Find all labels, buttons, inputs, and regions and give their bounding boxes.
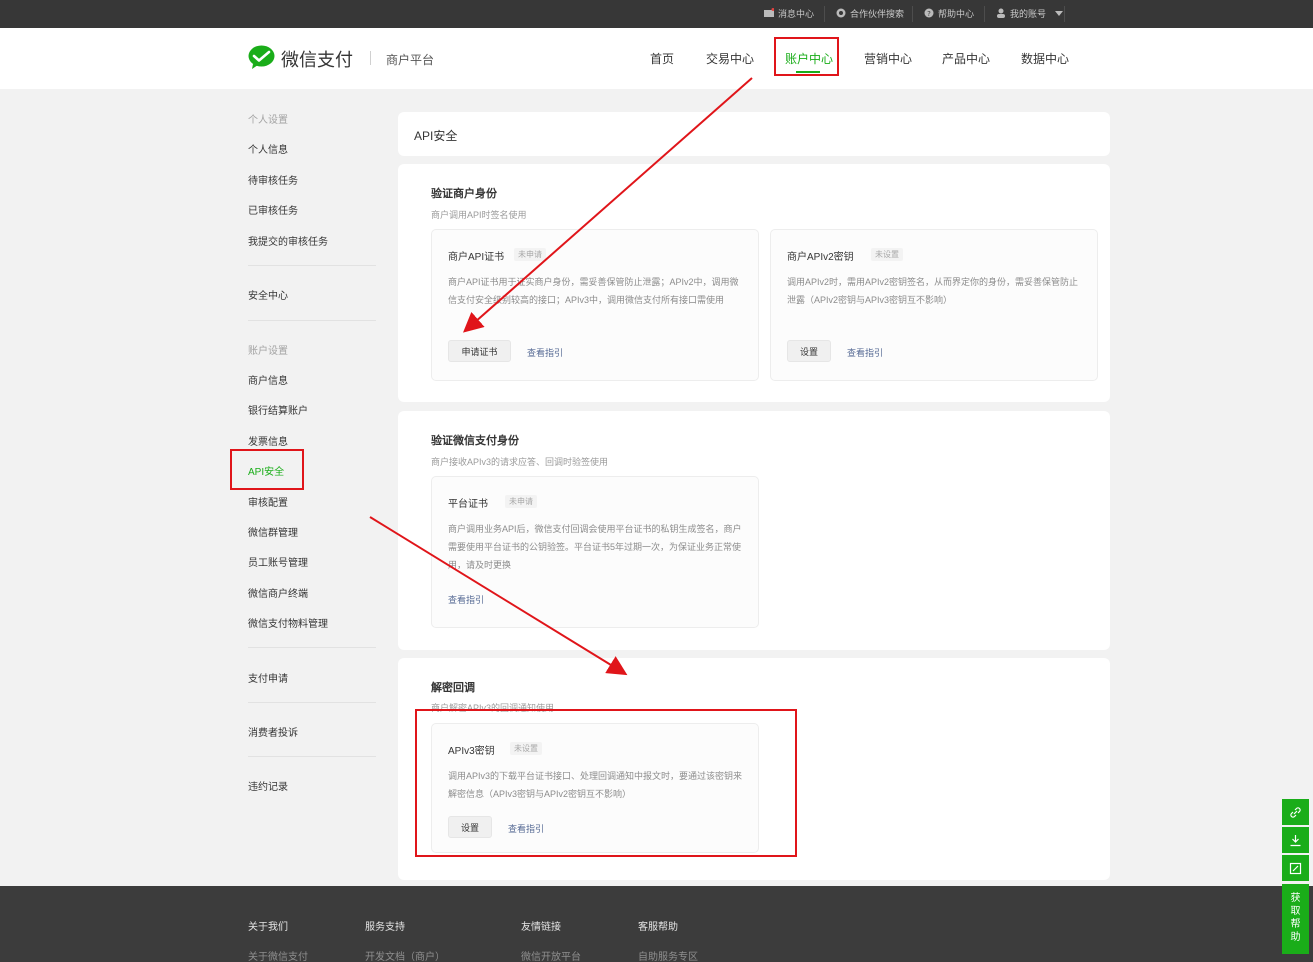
sidebar-item-bank-account[interactable]: 银行结算账户 xyxy=(248,402,308,417)
card-desc: 商户调用业务API后，微信支付回调会使用平台证书的私钥生成签名，商户需要使用平台… xyxy=(448,524,742,570)
footer-heading-links: 友情链接 xyxy=(521,922,561,933)
sidebar-group-account: 账户设置 xyxy=(248,346,288,357)
card-title: 平台证书 xyxy=(448,499,488,510)
section-title: 解密回调 xyxy=(431,682,475,694)
page-title-panel xyxy=(398,112,1110,156)
sidebar-item-wechat-group[interactable]: 微信群管理 xyxy=(248,524,298,539)
footer-link-open-platform[interactable]: 微信开放平台 xyxy=(521,948,581,962)
section-title: 验证商户身份 xyxy=(431,188,497,200)
edit-icon xyxy=(1289,862,1302,875)
sidebar-item-merchant-info[interactable]: 商户信息 xyxy=(248,372,288,387)
help-center-link[interactable]: ? 帮助中心 xyxy=(924,0,974,28)
help-label: 获取帮助 xyxy=(1290,893,1301,943)
nav-trade-center[interactable]: 交易中心 xyxy=(706,50,754,67)
sidebar-item-merchant-terminal[interactable]: 微信商户终端 xyxy=(248,585,308,600)
sidebar-item-invoice-info[interactable]: 发票信息 xyxy=(248,433,288,448)
section-desc: 商户调用API时签名使用 xyxy=(431,210,527,220)
caret-down-icon xyxy=(1054,11,1063,16)
sidebar-item-pay-apply[interactable]: 支付申请 xyxy=(248,670,288,685)
float-help-button[interactable]: 获取帮助 xyxy=(1282,884,1309,954)
svg-text:?: ? xyxy=(927,10,931,18)
footer-heading-support: 服务支持 xyxy=(365,922,405,933)
sidebar-item-violation-record[interactable]: 违约记录 xyxy=(248,778,288,793)
float-link-button[interactable] xyxy=(1282,799,1309,825)
user-icon xyxy=(997,8,1005,18)
card-title: 商户APIv2密钥 xyxy=(787,252,854,263)
status-badge: 未申请 xyxy=(514,248,546,261)
section-title: 验证微信支付身份 xyxy=(431,435,519,447)
footer-heading-service: 客服帮助 xyxy=(638,922,678,933)
card-desc: 调用APIv2时，需用APIv2密钥签名，从而界定你的身份，需妥善保管防止泄露（… xyxy=(787,277,1079,305)
help-icon: ? xyxy=(924,8,934,18)
sidebar-item-staff-accounts[interactable]: 员工账号管理 xyxy=(248,554,308,569)
download-icon xyxy=(1290,835,1301,847)
card-title: 商户API证书 xyxy=(448,252,505,263)
platform-label: 商户平台 xyxy=(386,53,435,67)
nav-marketing-center[interactable]: 营销中心 xyxy=(864,50,912,67)
sidebar-item-materials[interactable]: 微信支付物料管理 xyxy=(248,615,328,630)
logo-text[interactable]: 微信支付 xyxy=(281,46,353,72)
footer-link-about-wechatpay[interactable]: 关于微信支付 xyxy=(248,948,308,962)
sidebar-item-reviewed-tasks[interactable]: 已审核任务 xyxy=(248,202,298,217)
nav-home[interactable]: 首页 xyxy=(650,50,674,67)
nav-product-center[interactable]: 产品中心 xyxy=(942,50,990,67)
footer-link-dev-docs[interactable]: 开发文档（商户） xyxy=(365,948,445,962)
sidebar-item-pending-tasks[interactable]: 待审核任务 xyxy=(248,172,298,187)
wechat-pay-logo-icon[interactable] xyxy=(248,45,275,69)
card-desc: 商户API证书用于证实商户身份，需妥善保管防止泄露；APIv2中，调用微信支付安… xyxy=(448,277,739,305)
status-badge: 未设置 xyxy=(871,248,903,261)
footer-heading-about: 关于我们 xyxy=(248,922,288,933)
annotation-box-apiv3-key xyxy=(415,709,797,857)
footer-link-self-service[interactable]: 自助服务专区 xyxy=(638,948,698,962)
sidebar-item-security-center[interactable]: 安全中心 xyxy=(248,287,288,302)
set-apiv2-key-button[interactable]: 设置 xyxy=(787,340,831,362)
float-feedback-button[interactable] xyxy=(1282,855,1309,881)
top-bar: 消息中心 合作伙伴搜索 ? 帮助中心 我的账号 xyxy=(0,0,1313,28)
sidebar-item-review-config[interactable]: 审核配置 xyxy=(248,494,288,509)
nav-data-center[interactable]: 数据中心 xyxy=(1021,50,1069,67)
link-icon xyxy=(1290,807,1301,818)
view-guide-link[interactable]: 查看指引 xyxy=(448,593,484,606)
view-guide-link[interactable]: 查看指引 xyxy=(527,346,563,359)
sidebar-item-personal-info[interactable]: 个人信息 xyxy=(248,141,288,156)
message-center-link[interactable]: 消息中心 xyxy=(764,0,814,28)
sidebar-item-consumer-complaint[interactable]: 消费者投诉 xyxy=(248,724,298,739)
section-desc: 商户接收APIv3的请求应答、回调时验签使用 xyxy=(431,457,609,467)
mail-icon xyxy=(764,8,774,17)
apply-cert-button[interactable]: 申请证书 xyxy=(448,340,511,362)
partner-icon xyxy=(836,8,846,18)
annotation-box-api-security xyxy=(230,449,304,490)
my-account-menu[interactable]: 我的账号 xyxy=(996,0,1063,28)
partner-search-link[interactable]: 合作伙伴搜索 xyxy=(836,0,904,28)
sidebar-group-personal: 个人设置 xyxy=(248,115,288,126)
status-badge: 未申请 xyxy=(505,495,537,508)
float-download-button[interactable] xyxy=(1282,827,1309,853)
annotation-box-account-center xyxy=(774,37,839,76)
sidebar-item-my-submitted-tasks[interactable]: 我提交的审核任务 xyxy=(248,233,328,248)
view-guide-link[interactable]: 查看指引 xyxy=(847,346,883,359)
page-title: API安全 xyxy=(414,129,458,143)
